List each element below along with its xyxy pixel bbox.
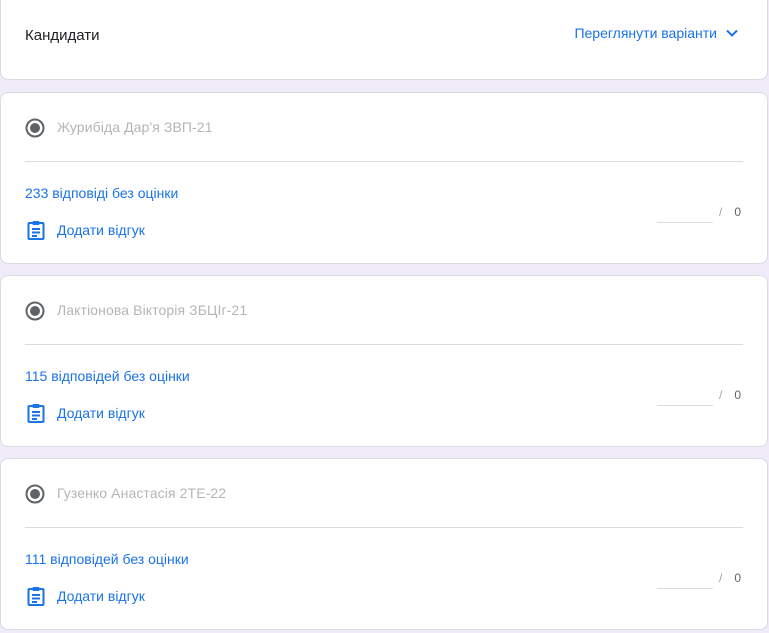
max-score: 0 — [734, 571, 741, 585]
add-feedback-label: Додати відгук — [57, 405, 145, 421]
candidate-name: Гузенко Анастасія 2ТЕ-22 — [57, 485, 227, 501]
radio-selected-icon[interactable] — [25, 118, 45, 138]
ungraded-answers-link[interactable]: 115 відповідей без оцінки — [25, 368, 190, 384]
divider — [25, 161, 743, 162]
score-separator: / — [718, 205, 723, 219]
view-variants-label: Переглянути варіанти — [574, 25, 717, 41]
add-feedback-button[interactable]: Додати відгук — [25, 402, 145, 424]
candidate-card: Журибіда Дар'я ЗВП-21 233 відповіді без … — [0, 92, 768, 264]
candidate-name: Лактіонова Вікторія ЗБЦІг-21 — [57, 302, 248, 318]
clipboard-icon — [25, 402, 47, 424]
ungraded-answers-link[interactable]: 233 відповіді без оцінки — [25, 185, 178, 201]
candidate-name: Журибіда Дар'я ЗВП-21 — [57, 119, 213, 135]
clipboard-icon — [25, 585, 47, 607]
score-input[interactable] — [656, 384, 713, 406]
add-feedback-button[interactable]: Додати відгук — [25, 219, 145, 241]
score-input[interactable] — [656, 201, 713, 223]
candidate-card: Гузенко Анастасія 2ТЕ-22 111 відповідей … — [0, 458, 768, 630]
chevron-down-icon — [725, 26, 739, 40]
score-field: / 0 — [656, 567, 741, 589]
score-field: / 0 — [656, 201, 741, 223]
radio-selected-icon[interactable] — [25, 484, 45, 504]
candidates-header-card: Кандидати Переглянути варіанти — [0, 0, 768, 80]
radio-selected-icon[interactable] — [25, 301, 45, 321]
score-input[interactable] — [656, 567, 713, 589]
clipboard-icon — [25, 219, 47, 241]
view-variants-button[interactable]: Переглянути варіанти — [574, 25, 739, 41]
add-feedback-button[interactable]: Додати відгук — [25, 585, 145, 607]
max-score: 0 — [734, 205, 741, 219]
candidate-card: Лактіонова Вікторія ЗБЦІг-21 115 відпові… — [0, 275, 768, 447]
add-feedback-label: Додати відгук — [57, 222, 145, 238]
ungraded-answers-link[interactable]: 111 відповідей без оцінки — [25, 551, 189, 567]
add-feedback-label: Додати відгук — [57, 588, 145, 604]
divider — [25, 344, 743, 345]
divider — [25, 527, 743, 528]
page-title: Кандидати — [25, 27, 100, 44]
score-separator: / — [718, 571, 723, 585]
max-score: 0 — [734, 388, 741, 402]
score-separator: / — [718, 388, 723, 402]
score-field: / 0 — [656, 384, 741, 406]
